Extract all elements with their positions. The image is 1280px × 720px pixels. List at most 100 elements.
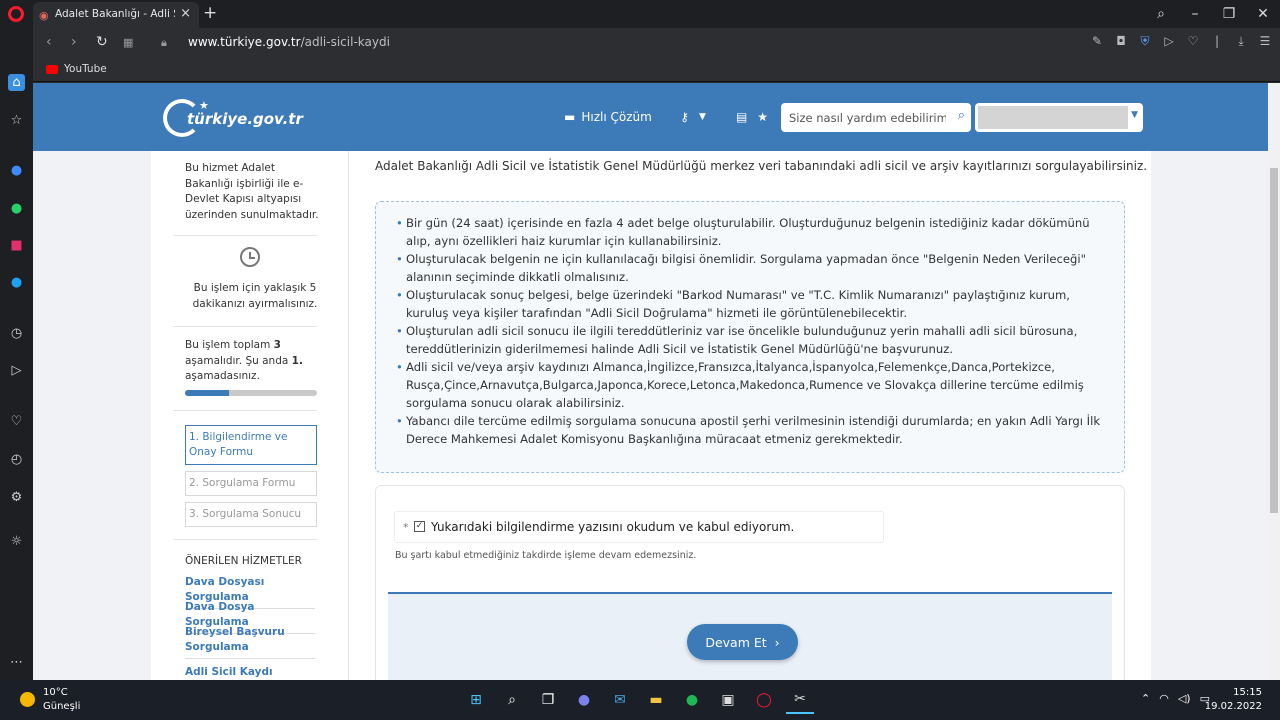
tips-bulb-icon[interactable]: ☼ (8, 533, 25, 550)
back-icon[interactable]: ‹ (46, 34, 52, 50)
menu-icon[interactable]: ☰ (1258, 34, 1272, 49)
page-scrollbar[interactable] (1268, 83, 1280, 680)
step-1[interactable]: 1. Bilgilendirme ve Onay Formu (185, 425, 317, 465)
recommended-title: ÖNERİLEN HİZMETLER (185, 555, 302, 567)
info-item: Oluşturulan adli sicil sonucu ile ilgili… (396, 322, 1108, 358)
reload-icon[interactable]: ↻ (96, 34, 108, 50)
bookmark-youtube[interactable]: YouTube (64, 63, 107, 75)
consent-label[interactable]: Yukarıdaki bilgilendirme yazısını okudum… (431, 520, 794, 534)
scrollbar-thumb[interactable] (1270, 168, 1278, 513)
whatsapp-icon[interactable]: ● (8, 200, 25, 217)
send-icon[interactable]: ▷ (1162, 34, 1176, 49)
weather-description[interactable]: Güneşli (43, 701, 80, 712)
browser-tab[interactable]: ◉ Adalet Bakanlığı - Adli Sicil Kaydı × (33, 2, 199, 28)
opera-logo-icon[interactable] (8, 6, 24, 22)
tab-close-icon[interactable]: × (180, 6, 191, 21)
clock-date[interactable]: 19.02.2022 (1205, 701, 1262, 712)
address-bar-tools: ✎ ◘ ⛨ ▷ ♡ | ⤓ ☰ (1090, 34, 1272, 49)
time-info-text: Bu işlem için yaklaşık 5 dakikanızı ayır… (192, 282, 318, 310)
clock-time[interactable]: 15:15 (1233, 687, 1262, 698)
minimize-icon[interactable]: – (1178, 6, 1212, 22)
restore-icon[interactable]: ❐ (1212, 6, 1246, 22)
user-menu[interactable]: ▼ (975, 103, 1143, 132)
consent-checkbox[interactable]: ✓ (414, 521, 425, 532)
new-tab-icon[interactable]: + (203, 3, 217, 23)
search-tabs-icon[interactable]: ⌕ (1144, 6, 1178, 22)
flow-icon[interactable]: ▷ (8, 362, 25, 379)
twitter-icon[interactable]: ● (8, 274, 25, 291)
progress-bar (185, 390, 317, 396)
id-card-icon: ▤ (735, 110, 748, 124)
service-info-text: Bu hizmet Adalet Bakanlığı işbirliği ile… (185, 162, 319, 221)
youtube-icon (46, 65, 58, 74)
forward-icon[interactable]: › (71, 34, 77, 50)
speed-dial-icon[interactable]: ▦ (123, 36, 133, 49)
quick-solution-button[interactable]: ▬ Hızlı Çözüm (564, 103, 652, 131)
id-card-button[interactable]: ▤ ★ (727, 103, 777, 131)
window-controls: ⌕ – ❐ ✕ (1144, 0, 1280, 28)
wifi-icon[interactable]: ◠ (1159, 692, 1169, 705)
turkiye-gov-logo[interactable]: ★ türkiye.gov.tr (163, 97, 333, 139)
action-bar: Devam Et › (388, 592, 1112, 680)
home-icon[interactable]: ⌂ (8, 74, 25, 91)
lock-icon: 🔒︎ (161, 36, 167, 49)
login-key-button[interactable]: ⚷ ▼ (669, 103, 717, 131)
more-icon[interactable]: ⋯ (8, 654, 25, 671)
step-2[interactable]: 2. Sorgulama Formu (185, 471, 317, 496)
snipping-tool-icon[interactable]: ✂ (786, 686, 814, 714)
continue-button[interactable]: Devam Et › (687, 624, 798, 660)
spotify-icon[interactable]: ● (678, 686, 706, 714)
divider: | (1214, 34, 1220, 48)
info-item: Bir gün (24 saat) içerisinde en fazla 4 … (396, 214, 1108, 250)
browser-tab-bar: ◉ Adalet Bakanlığı - Adli Sicil Kaydı × … (0, 0, 1280, 28)
file-explorer-icon[interactable]: ▬ (642, 686, 670, 714)
history-icon[interactable]: ◴ (8, 451, 25, 468)
store-icon[interactable]: ▣ (714, 686, 742, 714)
weather-temperature[interactable]: 10°C (43, 687, 68, 698)
opera-sidebar: ⌂ ☆ ● ● ■ ● ◷ ▷ ♡ ◴ ⚙ ☼ ⋯ (0, 28, 33, 680)
camera-icon[interactable]: ◘ (1114, 34, 1128, 49)
divider (173, 235, 317, 236)
left-info-panel: Bu hizmet Adalet Bakanlığı işbirliği ile… (151, 151, 349, 680)
mail-icon[interactable]: ✉ (606, 686, 634, 714)
search-input[interactable] (781, 103, 946, 132)
chat-icon: ▬ (564, 110, 576, 124)
windows-start-icon[interactable]: ⊞ (462, 686, 490, 714)
settings-gear-icon[interactable]: ⚙ (8, 489, 25, 506)
messenger-icon[interactable]: ● (8, 162, 25, 179)
volume-icon[interactable]: ◁) (1178, 692, 1191, 705)
user-name-redacted (978, 106, 1128, 129)
divider (173, 326, 317, 327)
key-icon: ⚷ (680, 110, 689, 124)
consent-field[interactable]: * ✓ Yukarıdaki bilgilendirme yazısını ok… (394, 511, 884, 543)
url-field[interactable]: www.türkiye.gov.tr/adli-sicil-kaydi (188, 35, 390, 49)
chevron-up-icon[interactable]: ⌃ (1141, 692, 1150, 705)
step-3[interactable]: 3. Sorgulama Sonucu (185, 502, 317, 527)
taskbar-apps: ⊞ ⌕ ❐ ● ✉ ▬ ● ▣ ◯ ✂ (462, 686, 814, 714)
download-icon[interactable]: ⤓ (1234, 34, 1248, 49)
consent-form: * ✓ Yukarıdaki bilgilendirme yazısını ok… (375, 485, 1125, 680)
recommended-link[interactable]: Bireysel Başvuru Sorgulama (185, 625, 315, 659)
chevron-down-icon: ▼ (698, 112, 706, 122)
task-view-icon[interactable]: ❐ (534, 686, 562, 714)
pinboard-heart-icon[interactable]: ♡ (8, 413, 25, 430)
edit-icon[interactable]: ✎ (1090, 34, 1104, 49)
divider (173, 410, 317, 411)
player-icon[interactable]: ◷ (8, 325, 25, 342)
instagram-icon[interactable]: ■ (8, 237, 25, 254)
heart-icon[interactable]: ♡ (1186, 34, 1200, 49)
shield-icon[interactable]: ⛨ (1138, 34, 1152, 49)
favorite-star-icon[interactable]: ★ (757, 110, 768, 124)
opera-taskbar-icon[interactable]: ◯ (750, 686, 778, 714)
info-item: Adli sicil ve/veya arşiv kaydınızı Alman… (396, 358, 1108, 412)
bookmarks-star-icon[interactable]: ☆ (8, 112, 25, 129)
sun-icon[interactable] (20, 692, 35, 707)
search-icon[interactable]: ⌕ (498, 686, 526, 714)
close-window-icon[interactable]: ✕ (1246, 6, 1280, 22)
search-icon[interactable]: ⌕ (958, 108, 965, 123)
teams-chat-icon[interactable]: ● (570, 686, 598, 714)
info-item: Oluşturulacak belgenin ne için kullanıla… (396, 250, 1108, 286)
intro-text: Adalet Bakanlığı Adli Sicil ve İstatisti… (375, 159, 1148, 173)
recommended-link[interactable]: Adli Sicil Kaydı (185, 665, 315, 680)
divider (173, 539, 317, 540)
